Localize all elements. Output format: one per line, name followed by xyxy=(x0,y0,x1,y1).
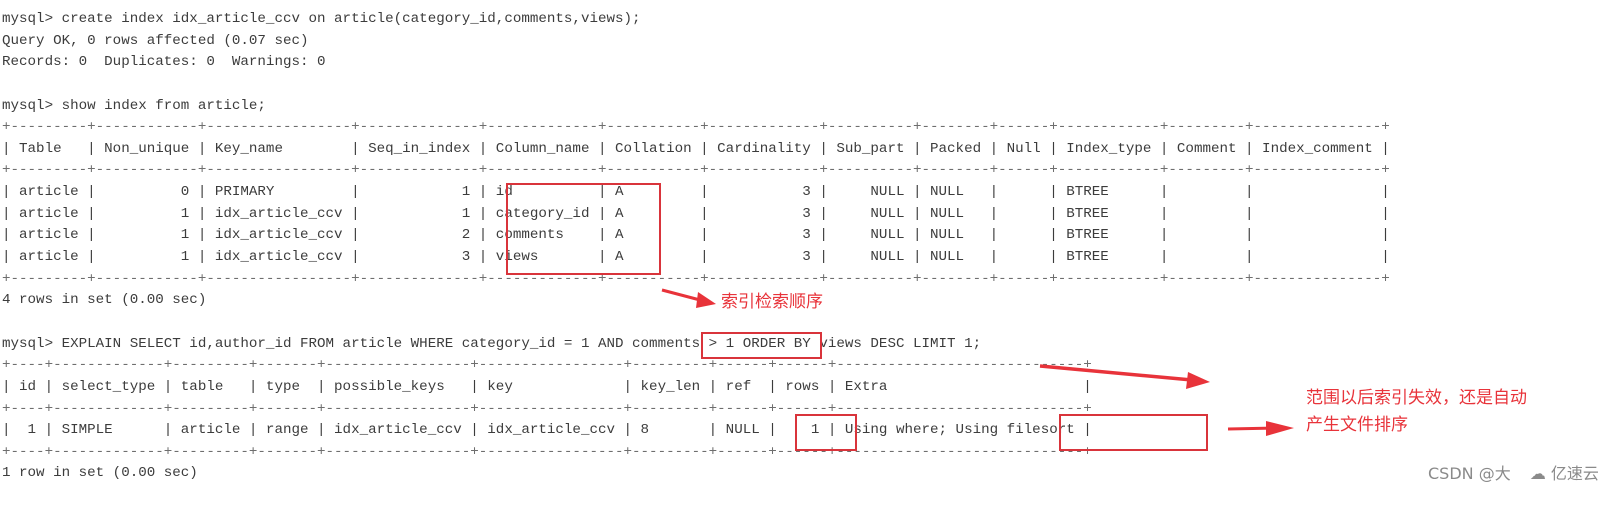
watermark-csdn: CSDN @大 xyxy=(1428,464,1511,483)
range-note-line1: 范围以后索引失效，还是自动 xyxy=(1306,388,1527,408)
range-note-line2: 产生文件排序 xyxy=(1306,415,1408,435)
index-order-note: 索引检索顺序 xyxy=(721,292,823,312)
cloud-logo-icon: ☁ xyxy=(1529,464,1546,483)
watermark-brand: 亿速云 xyxy=(1550,464,1599,483)
arrow-extra-column-icon xyxy=(1039,364,1210,389)
watermark: CSDN @大 ☁ 亿速云 xyxy=(1428,460,1599,484)
arrow-filesort-note-icon xyxy=(1227,421,1294,436)
arrow-index-order-icon xyxy=(661,288,716,308)
